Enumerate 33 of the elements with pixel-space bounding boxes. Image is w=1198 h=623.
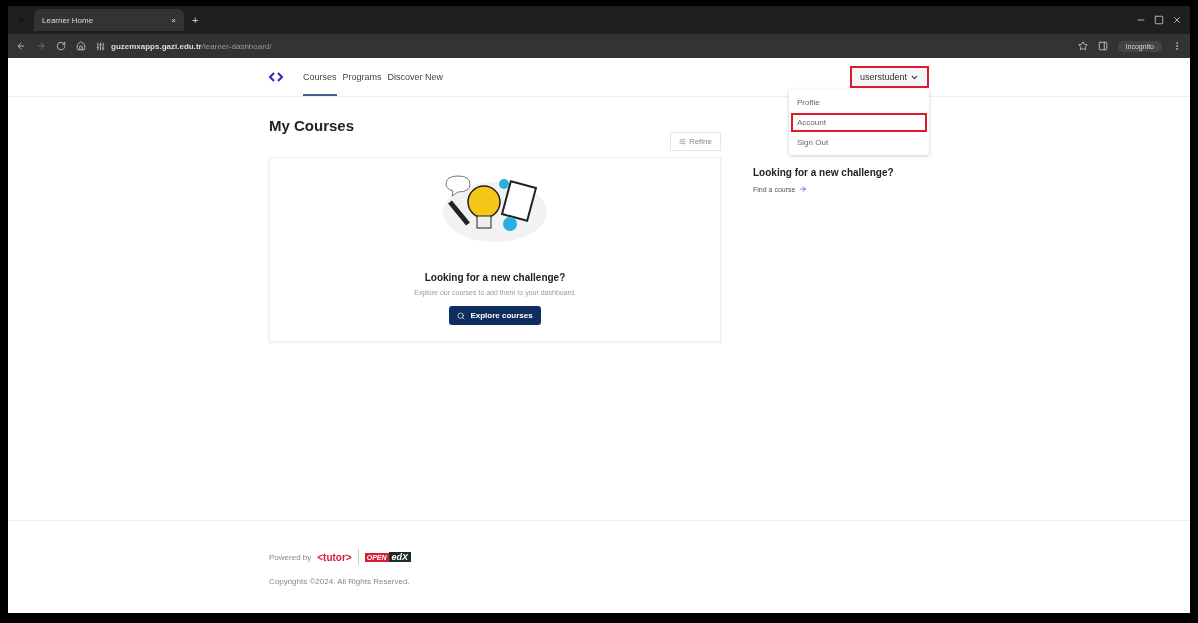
- side-panel-icon[interactable]: [1097, 41, 1108, 51]
- tab-close[interactable]: ×: [171, 15, 176, 25]
- refine-button[interactable]: Refine: [669, 132, 721, 151]
- menu-item[interactable]: Account: [791, 113, 927, 132]
- menu-item[interactable]: Profile: [791, 93, 927, 112]
- empty-state-heading: Looking for a new challenge?: [424, 272, 566, 283]
- explore-courses-button[interactable]: Explore courses: [449, 306, 541, 325]
- reload-icon[interactable]: [56, 41, 66, 51]
- home-icon[interactable]: [76, 41, 86, 51]
- restore-icon[interactable]: [1154, 15, 1164, 25]
- star-icon[interactable]: [1077, 41, 1088, 51]
- sidebar-heading: Looking for a new challenge?: [753, 167, 894, 178]
- page-title: My Courses: [269, 117, 356, 134]
- logo-icon[interactable]: [269, 72, 283, 82]
- menu-item[interactable]: Sign Out: [791, 133, 927, 152]
- browser-tab[interactable]: Learner Home ×: [34, 9, 184, 31]
- url-text: guzemxapps.gazi.edu.tr/learner-dashboard/: [111, 41, 272, 51]
- copyright-text: Copyrights ©2024. All Rights Reserved.: [269, 577, 411, 586]
- powered-by-text: Powered by: [269, 552, 312, 562]
- new-tab-button[interactable]: +: [192, 14, 199, 26]
- search-icon: [457, 311, 466, 320]
- address-bar[interactable]: guzemxapps.gazi.edu.tr/learner-dashboard/: [96, 41, 1068, 51]
- filter-icon: [678, 138, 686, 145]
- site-settings-icon[interactable]: [96, 41, 105, 51]
- close-icon[interactable]: [1172, 15, 1182, 25]
- nav-tab[interactable]: Programs: [342, 58, 382, 96]
- tutor-logo[interactable]: <tutor>: [317, 551, 352, 563]
- user-menu-button[interactable]: userstudent: [849, 66, 929, 88]
- nav-tab[interactable]: Courses: [303, 58, 337, 96]
- tab-title: Learner Home: [42, 15, 95, 25]
- back-icon[interactable]: [16, 41, 26, 51]
- arrow-right-icon: [799, 185, 808, 193]
- nav-tab[interactable]: Discover New: [387, 58, 444, 96]
